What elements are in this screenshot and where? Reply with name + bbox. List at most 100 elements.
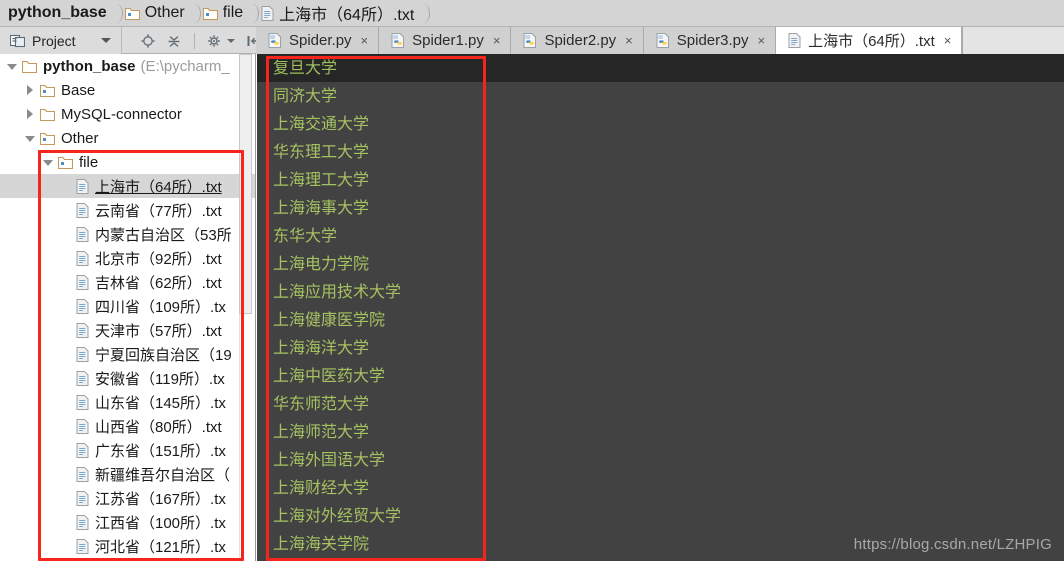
editor-line[interactable]: 上海应用技术大学 <box>257 278 1064 306</box>
editor-tab-bar: Spider.py × Spider1.py × Spider2.py × Sp… <box>256 27 1064 54</box>
editor-line[interactable]: 上海外国语大学 <box>257 446 1064 474</box>
watermark-text: https://blog.csdn.net/LZHPIG <box>853 536 1052 553</box>
folder-src-icon <box>39 84 56 97</box>
breadcrumb-label: 上海市（64所）.txt <box>279 7 415 24</box>
breadcrumb-item-other[interactable]: Other <box>123 0 189 27</box>
file-text-icon <box>76 514 89 530</box>
python-file-icon <box>523 33 537 48</box>
tab-spider1-py[interactable]: Spider1.py × <box>379 27 512 54</box>
tab-shanghai-txt[interactable]: 上海市（64所）.txt × <box>776 27 963 54</box>
tree-scrollbar-thumb[interactable] <box>239 54 252 314</box>
tree-row[interactable]: 江苏省（167所）.tx <box>0 486 255 510</box>
tab-close-icon[interactable]: × <box>625 34 633 47</box>
chevron-down-icon[interactable] <box>24 132 37 145</box>
tab-close-icon[interactable]: × <box>493 34 501 47</box>
collapse-all-icon[interactable] <box>166 33 182 49</box>
editor-line[interactable]: 华东理工大学 <box>257 138 1064 166</box>
tree-row[interactable]: 山东省（145所）.tx <box>0 390 255 414</box>
editor-line[interactable]: 同济大学 <box>257 82 1064 110</box>
chevron-right-icon[interactable] <box>24 108 37 121</box>
tree-row[interactable]: 河北省（121所）.tx <box>0 534 255 558</box>
editor-line[interactable]: 上海电力学院 <box>257 250 1064 278</box>
tab-spider-py[interactable]: Spider.py × <box>256 27 380 54</box>
tree-row[interactable]: Base <box>0 78 255 102</box>
editor-line[interactable]: 上海理工大学 <box>257 166 1064 194</box>
tree-row[interactable]: 内蒙古自治区（53所 <box>0 222 255 246</box>
editor-line[interactable]: 上海海事大学 <box>257 194 1064 222</box>
editor-line[interactable]: 上海师范大学 <box>257 418 1064 446</box>
project-tree-list: python_base (E:\pycharm_ Base MySQL-connect… <box>0 54 255 558</box>
chevron-down-icon[interactable] <box>101 38 111 43</box>
tree-row[interactable]: 山西省（80所）.txt <box>0 414 255 438</box>
tree-row-label: 广东省（151所）.tx <box>95 442 226 460</box>
tree-row[interactable]: 广东省（151所）.tx <box>0 438 255 462</box>
tree-row[interactable]: 安徽省（119所）.tx <box>0 366 255 390</box>
tree-row[interactable]: 上海市（64所）.txt <box>0 174 255 198</box>
tree-row[interactable]: 吉林省（62所）.txt <box>0 270 255 294</box>
tree-row[interactable]: 江西省（100所）.tx <box>0 510 255 534</box>
text-editor[interactable]: 复旦大学 同济大学 上海交通大学 华东理工大学 上海理工大学 上海海事大学 东华大学 上海电力… <box>257 54 1064 561</box>
file-text-icon <box>261 5 274 21</box>
tree-row[interactable]: 北京市（92所）.txt <box>0 246 255 270</box>
tab-spider3-py[interactable]: Spider3.py × <box>643 27 777 54</box>
tree-row[interactable]: 云南省（77所）.txt <box>0 198 255 222</box>
breadcrumb-item-python_base[interactable]: python_base <box>6 0 111 27</box>
editor-line[interactable]: 上海财经大学 <box>257 474 1064 502</box>
editor-line[interactable]: 上海对外经贸大学 <box>257 502 1064 530</box>
tab-close-icon[interactable]: × <box>361 34 369 47</box>
tab-label: Spider3.py <box>676 32 749 49</box>
breadcrumb-label: Other <box>144 4 185 21</box>
tree-row[interactable]: MySQL-connector <box>0 102 255 126</box>
tree-row[interactable]: 天津市（57所）.txt <box>0 318 255 342</box>
file-text-icon <box>76 442 89 458</box>
tree-row[interactable]: file <box>0 150 255 174</box>
breadcrumb-separator-icon <box>247 0 260 27</box>
tree-row-label: 安徽省（119所）.tx <box>95 370 225 388</box>
folder-icon <box>21 60 38 73</box>
tree-row-label: 河北省（121所）.tx <box>95 538 226 556</box>
gear-dropdown-caret-icon[interactable] <box>227 38 235 43</box>
python-file-icon <box>268 33 282 48</box>
tree-row[interactable]: 新疆维吾尔自治区（ <box>0 462 255 486</box>
editor-line[interactable]: 上海交通大学 <box>257 110 1064 138</box>
tab-close-icon[interactable]: × <box>757 34 765 47</box>
editor-line[interactable]: 上海海洋大学 <box>257 334 1064 362</box>
project-tree-panel[interactable]: python_base (E:\pycharm_ Base MySQL-connect… <box>0 54 256 561</box>
tab-bar-filler <box>962 27 1064 54</box>
tab-label: Spider1.py <box>412 32 484 49</box>
file-text-icon <box>76 250 89 266</box>
editor-line[interactable]: 上海健康医学院 <box>257 306 1064 334</box>
tree-row[interactable]: python_base (E:\pycharm_ <box>0 54 255 78</box>
chevron-down-icon[interactable] <box>6 60 19 73</box>
tab-spider2-py[interactable]: Spider2.py × <box>511 27 644 54</box>
file-text-icon <box>76 274 89 290</box>
tree-row[interactable]: Other <box>0 126 255 150</box>
editor-line[interactable]: 上海中医药大学 <box>257 362 1064 390</box>
editor-line[interactable]: 华东师范大学 <box>257 390 1064 418</box>
file-text-icon <box>76 466 89 482</box>
folder-src-icon <box>39 132 56 145</box>
chevron-right-icon[interactable] <box>24 84 37 97</box>
breadcrumb-item-current-file[interactable]: 上海市（64所）.txt <box>259 0 418 27</box>
editor-line[interactable]: 东华大学 <box>257 222 1064 250</box>
tree-row[interactable]: 宁夏回族自治区（19 <box>0 342 255 366</box>
chevron-down-icon[interactable] <box>42 156 55 169</box>
settings-gear-icon[interactable] <box>207 33 223 49</box>
locate-target-icon[interactable] <box>140 33 156 49</box>
folder-src-icon <box>57 156 74 169</box>
project-tool-button[interactable]: Project <box>0 27 122 54</box>
tree-row[interactable]: 四川省（109所）.tx <box>0 294 255 318</box>
breadcrumb-label: python_base <box>8 4 107 21</box>
breadcrumb-label: file <box>222 4 244 21</box>
tree-row-label: 北京市（92所）.txt <box>95 250 222 268</box>
breadcrumb-item-file[interactable]: file <box>201 0 247 27</box>
tree-toolbar <box>140 27 261 54</box>
tab-close-icon[interactable]: × <box>944 34 952 47</box>
file-text-icon <box>76 202 89 218</box>
editor-line-current[interactable]: 复旦大学 <box>257 54 1064 82</box>
